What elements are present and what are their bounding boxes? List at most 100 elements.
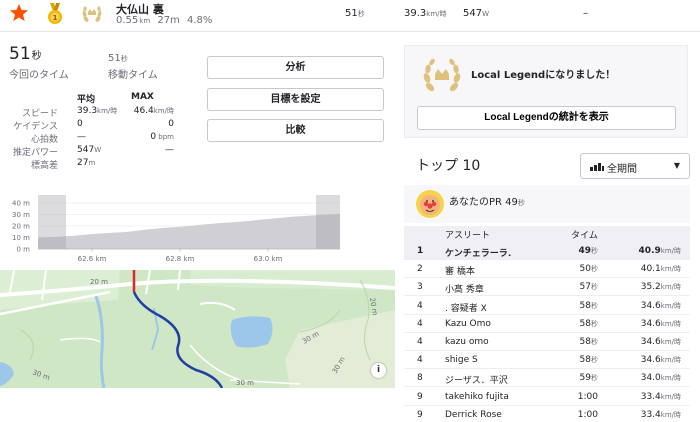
leaderboard-rank: 9 (417, 391, 423, 402)
leaderboard-athlete-name[interactable]: takehiko fujita (445, 392, 509, 402)
elapsed-time: 51秒 (9, 44, 42, 64)
stats-row-label: 標高差 (30, 161, 58, 171)
elevation-area (38, 213, 340, 249)
local-legend-laurel-icon (82, 6, 102, 22)
segment-map[interactable]: 30 m 20 m 30 m 20 m 30 m 30 m (0, 270, 395, 388)
segment-power: 547W (463, 8, 490, 19)
stats-row-max: — (165, 145, 174, 155)
moving-time: 51秒 (108, 53, 128, 64)
leaderboard-time: 58秒 (579, 355, 598, 366)
stats-row-label: 推定パワー (12, 148, 58, 158)
stats-row-max: 0 (168, 119, 174, 129)
local-legend-card: Local Legendになりました！ Local Legendの統計を表示 (404, 45, 688, 138)
leaderboard-rank: 4 (417, 355, 423, 366)
segment-grade: 4.8% (186, 15, 213, 26)
leaderboard-time: 58秒 (579, 337, 598, 347)
elevation-x-tick: 62.6 km (78, 255, 107, 263)
leaderboard-row[interactable]: 3 小髙 秀章 57秒 35.2km/時 (404, 278, 690, 297)
leaderboard-row[interactable]: 1 ケンチェラーラ． 49秒 40.9km/時 (404, 242, 690, 260)
leaderboard-header: アスリート タイム (404, 226, 690, 242)
leaderboard-time: 57秒 (579, 282, 598, 293)
info-icon[interactable]: i (371, 363, 386, 378)
moving-time-label: 移動タイム (108, 70, 158, 81)
period-select-value: 全期間 (607, 164, 637, 175)
stats-row: スピード 39.3km/時 46.4km/時 (0, 106, 200, 120)
avatar (416, 190, 444, 218)
stats-row-label: 心拍数 (30, 135, 58, 145)
stats-col-avg: 平均 (77, 95, 96, 105)
leaderboard-rank: 8 (417, 373, 423, 384)
your-pr-text: あなたのPR 49秒 (449, 197, 525, 208)
elevation-y-tick: 40 m (12, 200, 30, 208)
svg-text:1: 1 (53, 14, 58, 22)
leaderboard-speed: 34.6km/時 (640, 300, 681, 311)
leaderboard-athlete-name[interactable]: shige S (445, 355, 478, 365)
stats-col-max: MAX (131, 92, 154, 102)
leaderboard-rank: 2 (417, 264, 423, 275)
segment-hr: – (583, 8, 588, 19)
local-legend-stats-button[interactable]: Local Legendの統計を表示 (417, 106, 676, 130)
stats-row-avg: 39.3km/時 (77, 106, 118, 116)
stats-row-avg: 547W (77, 145, 102, 155)
leaderboard-athlete-name[interactable]: ジーザス．平沢 (445, 373, 508, 386)
leaderboard-row[interactable]: 4 . 容疑者 X 58秒 34.6km/時 (404, 297, 690, 315)
leaderboard-athlete-name[interactable]: 小髙 秀章 (445, 282, 484, 295)
stats-row-avg: 27m (77, 158, 96, 168)
leaderboard-speed: 40.1km/時 (640, 264, 681, 275)
segment-time: 51秒 (345, 8, 365, 19)
elevation-x-tick: 63.0 km (254, 255, 283, 263)
leaderboard-row[interactable]: 2 審 橋本 50秒 40.1km/時 (404, 260, 690, 279)
elevation-y-tick: 20 m (12, 223, 30, 231)
leaderboard-athlete-name[interactable]: kazu omo (445, 337, 489, 347)
col-athlete: アスリート (445, 231, 491, 241)
leaderboard-row[interactable]: 8 ジーザス．平沢 59秒 34.0km/時 (404, 369, 690, 388)
leaderboard-athlete-name[interactable]: 審 橋本 (445, 264, 475, 277)
leaderboard-row[interactable]: 4 Kazu Omo 58秒 34.6km/時 (404, 315, 690, 333)
stats-row: 標高差 27m (0, 158, 200, 172)
leaderboard-rank: 4 (417, 318, 423, 329)
leaderboard-athlete-name[interactable]: Kazu Omo (445, 319, 491, 329)
leaderboard-rank: 3 (417, 282, 423, 293)
elevation-y-tick: 0 m (17, 246, 31, 254)
local-legend-title: Local Legendになりました！ (471, 70, 616, 81)
stats-row: 心拍数 — 0 bpm (0, 132, 200, 146)
leaderboard-time: 50秒 (579, 264, 598, 275)
leaderboard-speed: 34.0km/時 (640, 373, 681, 384)
leaderboard-row[interactable]: 4 kazu omo 58秒 34.6km/時 (404, 333, 690, 351)
leaderboard-speed: 40.9km/時 (638, 246, 681, 256)
leaderboard-time: 1:00 (577, 409, 598, 420)
bar-chart-icon (590, 163, 604, 171)
leaderboard-speed: 34.6km/時 (640, 337, 681, 347)
contour-label: 30 m (236, 379, 254, 387)
stats-row-avg: 0 (77, 119, 83, 129)
segment-meta: 0.55km 27m 4.8% (116, 15, 213, 26)
segment-speed: 39.3km/時 (404, 8, 447, 19)
analyze-button[interactable]: 分析 (207, 56, 384, 79)
elevation-profile-chart[interactable]: 40 m 30 m 20 m 10 m 0 m 62.6 km 62.8 km 63.0 km (0, 185, 345, 267)
stats-row-max: 46.4km/時 (133, 106, 174, 116)
leaderboard-row[interactable]: 9 takehiko fujita 1:00 33.4km/時 (404, 388, 690, 406)
compare-button[interactable]: 比較 (207, 119, 384, 142)
stats-row-label: スピード (21, 109, 58, 119)
col-time: タイム (571, 231, 598, 241)
your-pr-row[interactable]: あなたのPR 49秒 (404, 185, 690, 223)
leaderboard-rank: 1 (417, 246, 424, 256)
leaderboard-athlete-name[interactable]: . 容疑者 X (445, 301, 487, 314)
leaderboard-row[interactable]: 9 Derrick Rose 1:00 33.4km/時 (404, 406, 690, 422)
star-icon[interactable] (9, 3, 29, 23)
leaderboard-title: トップ 10 (416, 158, 481, 174)
elevation-outside-segment (316, 195, 340, 249)
set-goal-button[interactable]: 目標を設定 (207, 88, 384, 111)
leaderboard-athlete-name[interactable]: ケンチェラーラ． (445, 246, 517, 259)
leaderboard-speed: 34.6km/時 (640, 355, 681, 366)
leaderboard-time: 58秒 (579, 300, 598, 311)
leaderboard-athlete-name[interactable]: Derrick Rose (445, 410, 502, 420)
leaderboard-speed: 34.6km/時 (640, 318, 681, 329)
leaderboard-row[interactable]: 4 shige S 58秒 34.6km/時 (404, 351, 690, 370)
leaderboard-time: 58秒 (579, 318, 598, 329)
period-select[interactable]: 全期間 ▼ (580, 153, 690, 179)
segment-elev-gain: 27m (157, 15, 180, 26)
segment-distance: 0.55 (116, 15, 139, 26)
stats-row: 推定パワー 547W — (0, 145, 200, 159)
chevron-down-icon: ▼ (673, 161, 680, 170)
